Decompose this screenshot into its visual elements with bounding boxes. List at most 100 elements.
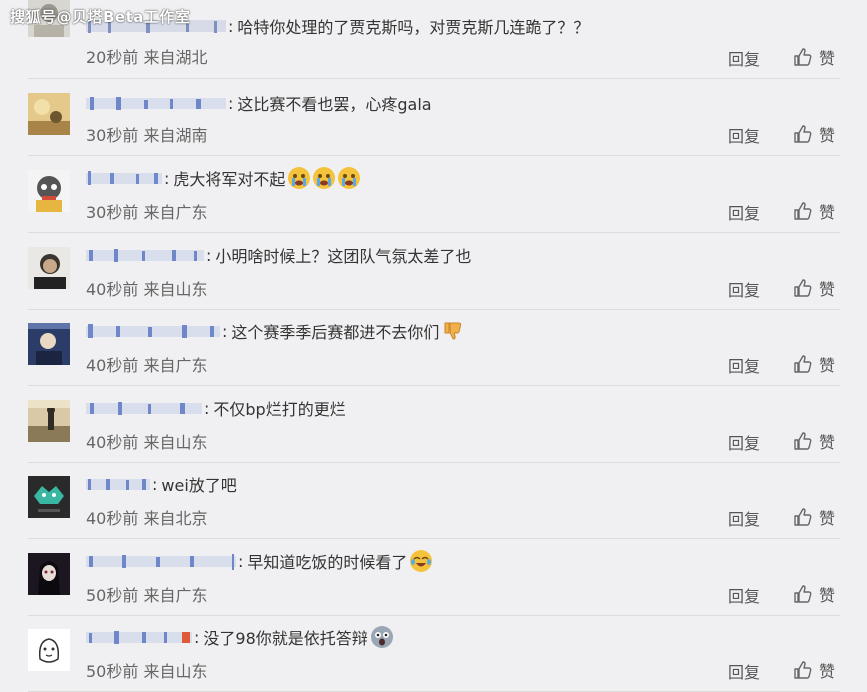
avatar[interactable]	[28, 629, 70, 671]
comment-content-line: : 早知道吃饭的时候看了	[86, 549, 433, 573]
comment-meta: 20秒前 来自湖北	[86, 44, 207, 68]
username[interactable]	[86, 246, 204, 264]
comment-text: 虎大将军对不起	[173, 170, 286, 189]
comment-location: 来自广东	[143, 356, 208, 375]
like-button[interactable]: 赞	[793, 199, 835, 223]
username[interactable]	[86, 475, 150, 493]
like-label: 赞	[819, 280, 836, 299]
comment-location: 来自湖南	[143, 126, 208, 145]
like-button[interactable]: 赞	[793, 658, 835, 682]
comment-content-line: : 不仅bp烂打的更烂	[86, 396, 346, 420]
comment-time: 40秒前	[86, 509, 139, 528]
comment-content-line: : 小明啥时候上？这团队气氛太差了也	[86, 243, 471, 267]
like-button[interactable]: 赞	[793, 45, 835, 69]
comment-time: 30秒前	[86, 203, 139, 222]
username[interactable]	[86, 628, 192, 646]
comment-meta: 40秒前 来自山东	[86, 276, 207, 300]
comment-item: : 不仅bp烂打的更烂 40秒前 来自山东 回复 赞	[28, 386, 840, 463]
comment-content-line: : 没了98你就是依托答辩	[86, 625, 393, 649]
comment-location: 来自广东	[143, 203, 208, 222]
reply-button[interactable]: 回复	[728, 123, 760, 147]
like-label: 赞	[819, 662, 836, 681]
like-label: 赞	[819, 203, 836, 222]
comment-meta: 30秒前 来自湖南	[86, 122, 207, 146]
reply-button[interactable]: 回复	[728, 506, 760, 530]
avatar[interactable]	[28, 323, 70, 365]
comment-time: 40秒前	[86, 356, 139, 375]
comment-meta: 40秒前 来自山东	[86, 429, 207, 453]
like-label: 赞	[819, 433, 836, 452]
thumbs-up-icon	[794, 202, 812, 220]
like-label: 赞	[819, 126, 836, 145]
thumbs-up-icon	[794, 279, 812, 297]
comment-time: 30秒前	[86, 126, 139, 145]
reply-button[interactable]: 回复	[728, 583, 760, 607]
comment-content-line: : 这个赛季季后赛都进不去你们	[86, 319, 464, 343]
comment-item: : 早知道吃饭的时候看了 50秒前 来自广东 回复 赞	[28, 539, 840, 616]
reply-button[interactable]: 回复	[728, 353, 760, 377]
comment-meta: 50秒前 来自广东	[86, 582, 207, 606]
comment-text: 不仅bp烂打的更烂	[213, 400, 346, 419]
thumbs-up-icon	[794, 508, 812, 526]
username[interactable]	[86, 322, 220, 340]
comment-text: 哈特你处理的了贾克斯吗，对贾克斯几连跪了？？	[237, 18, 590, 37]
reply-button[interactable]: 回复	[728, 659, 760, 683]
comment-time: 50秒前	[86, 662, 139, 681]
like-button[interactable]: 赞	[793, 352, 835, 376]
thumbs-up-icon	[794, 432, 812, 450]
like-label: 赞	[819, 586, 836, 605]
comment-meta: 40秒前 来自广东	[86, 352, 207, 376]
thumbs-down-icon	[442, 320, 464, 342]
like-button[interactable]: 赞	[793, 582, 835, 606]
like-button[interactable]: 赞	[793, 429, 835, 453]
crying-face-icon	[288, 167, 311, 189]
comment-text: 小明啥时候上？这团队气氛太差了也	[215, 247, 472, 266]
crying-face-icon	[313, 167, 336, 189]
comment-text: 没了98你就是依托答辩	[203, 629, 368, 648]
comment-location: 来自山东	[143, 662, 208, 681]
comment-item: : 这比赛不看也罢，心疼gala 30秒前 来自湖南 回复 赞	[28, 79, 840, 156]
comment-location: 来自山东	[143, 433, 208, 452]
avatar[interactable]	[28, 476, 70, 518]
comment-item: : wei放了吧 40秒前 来自北京 回复 赞	[28, 462, 840, 539]
comment-content-line: : wei放了吧	[86, 472, 237, 496]
username[interactable]	[86, 399, 202, 417]
scared-face-icon	[370, 626, 393, 648]
reply-button[interactable]: 回复	[728, 277, 760, 301]
comment-item: : 这个赛季季后赛都进不去你们 40秒前 来自广东 回复 赞	[28, 309, 840, 386]
thumbs-up-icon	[794, 585, 812, 603]
comment-content-line: : 这比赛不看也罢，心疼gala	[86, 91, 432, 115]
like-label: 赞	[819, 509, 836, 528]
like-button[interactable]: 赞	[793, 276, 835, 300]
comment-time: 50秒前	[86, 586, 139, 605]
avatar[interactable]	[28, 400, 70, 442]
avatar[interactable]	[28, 553, 70, 595]
comment-time: 20秒前	[86, 48, 139, 67]
comment-time: 40秒前	[86, 433, 139, 452]
like-button[interactable]: 赞	[793, 122, 835, 146]
reply-button[interactable]: 回复	[728, 46, 760, 70]
avatar[interactable]	[28, 247, 70, 289]
username[interactable]	[86, 169, 162, 187]
username[interactable]	[86, 94, 226, 112]
username[interactable]	[86, 552, 236, 570]
comment-meta: 50秒前 来自山东	[86, 658, 207, 682]
comment-location: 来自山东	[143, 280, 208, 299]
comment-text: 早知道吃饭的时候看了	[247, 553, 408, 572]
thumbs-up-icon	[794, 661, 812, 679]
avatar[interactable]	[28, 93, 70, 135]
like-button[interactable]: 赞	[793, 505, 835, 529]
comment-location: 来自湖北	[143, 48, 208, 67]
like-label: 赞	[819, 356, 836, 375]
comment-item: : 虎大将军对不起 30秒前 来自广东 回复 赞	[28, 156, 840, 233]
reply-button[interactable]: 回复	[728, 430, 760, 454]
comment-meta: 40秒前 来自北京	[86, 505, 207, 529]
reply-button[interactable]: 回复	[728, 200, 760, 224]
thumbs-up-icon	[794, 355, 812, 373]
avatar[interactable]	[28, 170, 70, 212]
comment-meta: 30秒前 来自广东	[86, 199, 207, 223]
comment-time: 40秒前	[86, 280, 139, 299]
thumbs-up-icon	[794, 125, 812, 143]
like-label: 赞	[819, 49, 836, 68]
crying-face-icon	[338, 167, 361, 189]
